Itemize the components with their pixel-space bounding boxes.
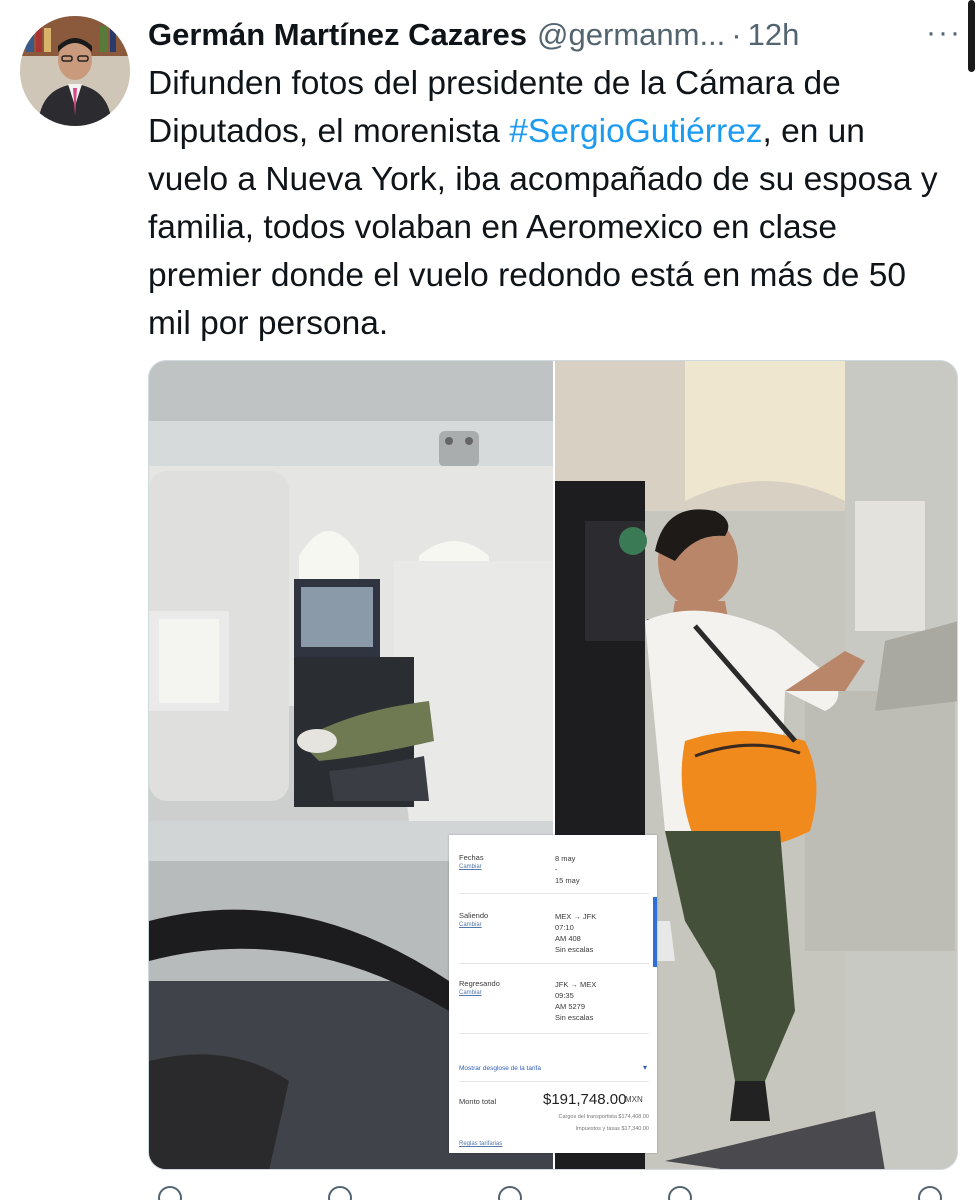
regresando-time: 09:35 [555, 991, 574, 1000]
saliendo-time: 07:10 [555, 923, 574, 932]
saliendo-change-link[interactable]: Cambiar [459, 922, 482, 928]
saliendo-stops: Sin escalas [555, 945, 594, 954]
tweet-media[interactable]: Fechas Cambiar 8 may - 15 may Saliendo C… [148, 360, 958, 1170]
reply-icon[interactable] [158, 1186, 182, 1200]
regresando-change-link[interactable]: Cambiar [459, 990, 482, 996]
fechas-label: Fechas [459, 853, 484, 862]
total-amount: $191,748.00 [543, 1091, 627, 1108]
fechas-start: 8 may [555, 854, 576, 863]
divider [459, 893, 649, 894]
tweet-timestamp[interactable]: 12h [748, 17, 800, 53]
share-icon[interactable] [918, 1186, 942, 1200]
regresando-stops: Sin escalas [555, 1013, 594, 1022]
fechas-change-link[interactable]: Cambiar [459, 864, 482, 870]
separator-dot: · [731, 17, 742, 52]
fare-breakdown-link[interactable]: Mostrar desglose de la tarifa [459, 1065, 541, 1072]
fare-receipt: Fechas Cambiar 8 may - 15 may Saliendo C… [449, 835, 657, 1153]
total-label: Monto total [459, 1097, 497, 1106]
saliendo-label: Saliendo [459, 911, 489, 920]
views-icon[interactable] [668, 1186, 692, 1200]
divider [459, 1033, 649, 1034]
selection-indicator [653, 897, 657, 967]
fechas-end: 15 may [555, 876, 580, 885]
divider [459, 963, 649, 964]
author-name[interactable]: Germán Martínez Cazares [148, 17, 527, 53]
tweet-actions [148, 1186, 948, 1200]
chevron-down-icon[interactable]: ▾ [643, 1063, 647, 1072]
scrollbar[interactable] [968, 0, 975, 72]
regresando-flight: AM 5279 [555, 1002, 586, 1011]
saliendo-route: MEX → JFK [555, 912, 597, 921]
hashtag-link[interactable]: #SergioGutiérrez [509, 113, 762, 150]
carrier-charges: Cargos del transportista $174,408.00 [558, 1114, 649, 1120]
fare-rules-link[interactable]: Reglas tarifarias [459, 1141, 502, 1147]
regresando-label: Regresando [459, 979, 500, 988]
divider [459, 1081, 649, 1082]
regresando-route: JFK → MEX [555, 980, 597, 989]
author-handle[interactable]: @germanm... [537, 17, 725, 53]
more-horizontal-icon[interactable]: ··· [926, 16, 962, 50]
tweet-header: Germán Martínez Cazares @germanm... · 12… [148, 14, 962, 56]
total-currency: MXN [625, 1095, 643, 1104]
fechas-dash: - [555, 865, 558, 874]
taxes-fees: Impuestos y tasas $17,340.00 [575, 1126, 649, 1132]
author-avatar[interactable] [20, 16, 130, 126]
tweet-text: Difunden fotos del presidente de la Cáma… [148, 60, 948, 348]
retweet-icon[interactable] [328, 1186, 352, 1200]
like-icon[interactable] [498, 1186, 522, 1200]
saliendo-flight: AM 408 [555, 934, 581, 943]
